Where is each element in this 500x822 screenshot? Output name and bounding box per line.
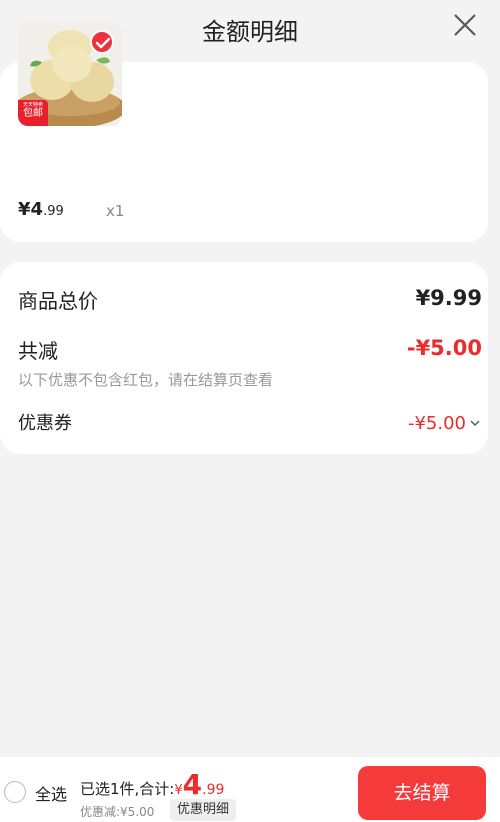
checkout-bar: 全选 已选1件,合计:¥4.99 优惠减:¥5.00 优惠明细 去结算	[0, 757, 500, 822]
chevron-down-icon	[470, 410, 480, 431]
total-discount-value: -¥5.00	[406, 336, 482, 360]
product-quantity: x1	[106, 202, 125, 220]
total-discount-label: 共减	[18, 339, 58, 363]
total-price-label: 商品总价	[18, 289, 98, 313]
product-thumbnail[interactable]: 天天特卖 包邮	[18, 22, 122, 126]
discount-detail-button[interactable]: 优惠明细	[170, 799, 237, 821]
discount-amount: 优惠减:¥5.00	[80, 805, 155, 819]
coupon-value[interactable]: -¥5.00	[408, 410, 480, 434]
checkout-button[interactable]: 去结算	[358, 766, 486, 820]
select-all-radio[interactable]	[4, 781, 26, 803]
free-shipping-badge: 天天特卖 包邮	[18, 100, 48, 126]
coupon-label: 优惠券	[18, 413, 72, 434]
close-icon[interactable]	[450, 10, 480, 40]
discount-note: 以下优惠不包含红包，请在结算页查看	[18, 371, 274, 389]
select-all-label[interactable]: 全选	[35, 781, 67, 805]
selected-check-icon[interactable]	[90, 30, 114, 54]
selected-total: 已选1件,合计:¥4.99	[80, 768, 225, 801]
product-price: ¥4.99	[18, 199, 64, 220]
total-price-value: ¥9.99	[415, 286, 482, 310]
